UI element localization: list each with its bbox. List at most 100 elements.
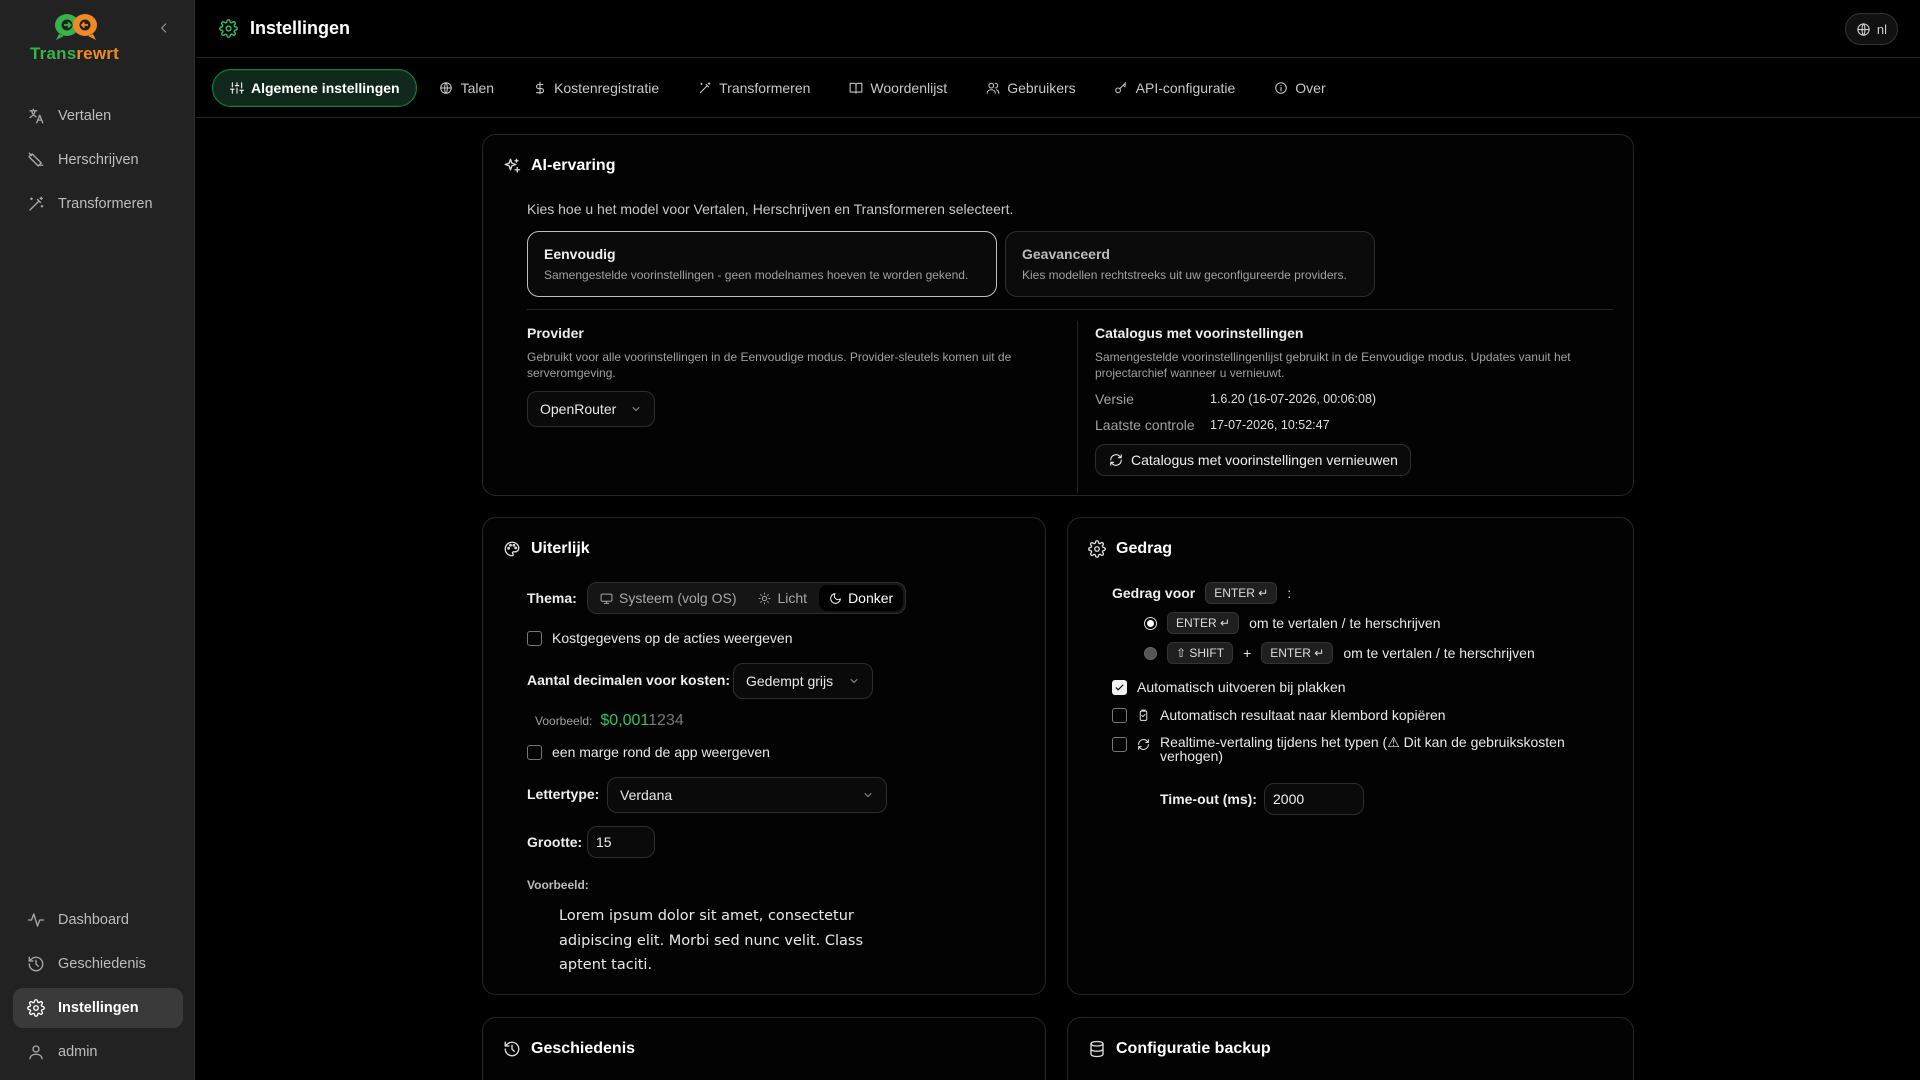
- rewrite-icon: [26, 150, 46, 170]
- decimals-value: Gedempt grijs: [746, 673, 834, 689]
- tab-label: Algemene instellingen: [251, 79, 400, 96]
- chevron-down-icon: [862, 789, 874, 801]
- language-switcher[interactable]: nl: [1844, 13, 1898, 45]
- appearance-card: Uiterlijk Thema: Systeem (volg OS) Licht…: [482, 517, 1046, 995]
- enter-key-badge: ENTER ↵: [1167, 612, 1240, 634]
- tab-api-configuratie[interactable]: API-configuratie: [1098, 69, 1252, 107]
- auto-run-row: Automatisch uitvoeren bij plakken: [1112, 679, 1346, 695]
- font-preview-text: Lorem ipsum dolor sit amet, consectetur …: [559, 908, 864, 973]
- decimals-select[interactable]: Gedempt grijs: [733, 663, 873, 699]
- logo-icon: [52, 12, 100, 42]
- app-logo[interactable]: Transrewrt: [30, 12, 150, 64]
- auto-copy-row: Automatisch resultaat naar klembord kopi…: [1112, 707, 1446, 723]
- tab-woordenlijst[interactable]: Woordenlijst: [832, 69, 963, 107]
- font-value: Verdana: [620, 787, 673, 803]
- sidebar-item-transformeren[interactable]: Transformeren: [13, 184, 183, 224]
- sparkles-icon: [503, 157, 521, 175]
- refresh-icon: [1137, 738, 1150, 751]
- divider: [1077, 321, 1078, 493]
- mode-title: Geavanceerd: [1022, 246, 1110, 262]
- tab-gebruikers[interactable]: Gebruikers: [969, 69, 1091, 107]
- collapse-sidebar-icon[interactable]: [156, 20, 172, 36]
- clipboard-icon: [1137, 709, 1150, 722]
- sidebar-item-label: Vertalen: [58, 108, 112, 124]
- theme-segmented-control: Systeem (volg OS) Licht Donker: [587, 582, 907, 614]
- sidebar-item-label: Geschiedenis: [58, 956, 146, 972]
- page-header: Instellingen nl: [196, 0, 1920, 58]
- sidebar-item-label: Dashboard: [58, 912, 129, 928]
- card-title: AI-ervaring: [503, 157, 615, 175]
- dollar-icon: [532, 80, 547, 95]
- option-label: om te vertalen / te herschrijven: [1249, 615, 1441, 631]
- refresh-catalog-button[interactable]: Catalogus met voorinstellingen vernieuwe…: [1095, 444, 1411, 476]
- book-icon: [848, 80, 863, 95]
- realtime-checkbox[interactable]: [1112, 737, 1127, 752]
- show-costs-checkbox[interactable]: [527, 630, 542, 646]
- tab-talen[interactable]: Talen: [423, 69, 510, 107]
- tab-over[interactable]: Over: [1257, 69, 1341, 107]
- translate-icon: [26, 106, 46, 126]
- option-label: om te vertalen / te herschrijven: [1343, 645, 1535, 661]
- sidebar-item-vertalen[interactable]: Vertalen: [13, 96, 183, 136]
- sidebar-item-label: admin: [58, 1044, 98, 1060]
- mode-advanced-option[interactable]: Geavanceerd Kies modellen rechtstreeks u…: [1005, 231, 1375, 297]
- tab-kostenregistratie[interactable]: Kostenregistratie: [516, 69, 675, 107]
- example-label: Voorbeeld:: [535, 714, 593, 728]
- enter-option-2[interactable]: ⇧ SHIFT + ENTER ↵ om te vertalen / te he…: [1144, 642, 1535, 664]
- info-icon: [1273, 80, 1288, 95]
- enter-key-badge: ENTER ↵: [1205, 582, 1278, 604]
- card-title: Geschiedenis: [503, 1040, 635, 1058]
- config-backup-card: Configuratie backup: [1067, 1017, 1634, 1080]
- tab-transformeren[interactable]: Transformeren: [681, 69, 826, 107]
- tab-label: Woordenlijst: [870, 79, 948, 96]
- sidebar-item-instellingen[interactable]: Instellingen: [13, 988, 183, 1028]
- language-code: nl: [1876, 21, 1887, 37]
- theme-option-dark[interactable]: Donker: [819, 585, 904, 611]
- sidebar-item-user[interactable]: admin: [13, 1032, 183, 1072]
- moon-icon: [829, 592, 842, 605]
- globe-icon: [439, 80, 454, 95]
- auto-copy-checkbox[interactable]: [1112, 707, 1127, 723]
- margin-checkbox[interactable]: [527, 744, 542, 760]
- mode-desc: Kies modellen rechtstreeks uit uw geconf…: [1022, 268, 1347, 282]
- mode-title: Eenvoudig: [544, 246, 616, 262]
- theme-option-light[interactable]: Licht: [748, 585, 817, 611]
- history-icon: [503, 1040, 521, 1058]
- font-select[interactable]: Verdana: [607, 777, 887, 813]
- sidebar-item-herschrijven[interactable]: Herschrijven: [13, 140, 183, 180]
- magic-wand-icon: [26, 194, 46, 214]
- decimals-label: Aantal decimalen voor kosten:: [527, 672, 731, 688]
- size-label: Grootte:: [527, 834, 583, 850]
- tab-label: Over: [1295, 79, 1326, 96]
- catalog-desc: Samengestelde voorinstellingenlijst gebr…: [1095, 350, 1571, 380]
- enter-option-1[interactable]: ENTER ↵ om te vertalen / te herschrijven: [1144, 612, 1440, 634]
- tab-algemene-instellingen[interactable]: Algemene instellingen: [212, 68, 417, 107]
- sidebar-item-geschiedenis[interactable]: Geschiedenis: [13, 944, 183, 984]
- radio-shift-enter[interactable]: [1144, 646, 1157, 660]
- provider-select[interactable]: OpenRouter: [527, 391, 655, 427]
- enter-label: Gedrag voor: [1112, 585, 1196, 601]
- sidebar-item-label: Herschrijven: [58, 152, 139, 168]
- mode-desc: Samengestelde voorinstellingen - geen mo…: [544, 268, 969, 282]
- cost-example: Voorbeeld: $0,0011234: [535, 712, 684, 730]
- history-icon: [26, 954, 46, 974]
- radio-enter[interactable]: [1144, 616, 1157, 630]
- checkbox-label: Realtime-vertaling tijdens het typen (⚠ …: [1160, 734, 1565, 764]
- realtime-row: Realtime-vertaling tijdens het typen (⚠ …: [1112, 735, 1600, 763]
- magic-wand-icon: [697, 80, 712, 95]
- tab-label: Transformeren: [719, 79, 811, 96]
- theme-option-system[interactable]: Systeem (volg OS): [590, 585, 746, 611]
- sidebar-item-dashboard[interactable]: Dashboard: [13, 900, 183, 940]
- plus-sign: +: [1243, 645, 1252, 661]
- refresh-icon: [1108, 453, 1123, 468]
- auto-run-checkbox[interactable]: [1112, 679, 1127, 695]
- timeout-input[interactable]: 2000: [1264, 783, 1364, 815]
- size-input[interactable]: 15: [587, 826, 655, 858]
- behavior-card: Gedrag Gedrag voor ENTER ↵ : ENTER ↵ om …: [1067, 517, 1634, 995]
- timeout-label: Time-out (ms):: [1160, 791, 1257, 807]
- font-label: Lettertype:: [527, 786, 600, 802]
- gear-icon: [1088, 540, 1106, 558]
- version-label: Versie: [1095, 391, 1134, 407]
- mode-simple-option[interactable]: Eenvoudig Samengestelde voorinstellingen…: [527, 231, 997, 297]
- tab-label: Gebruikers: [1007, 79, 1076, 96]
